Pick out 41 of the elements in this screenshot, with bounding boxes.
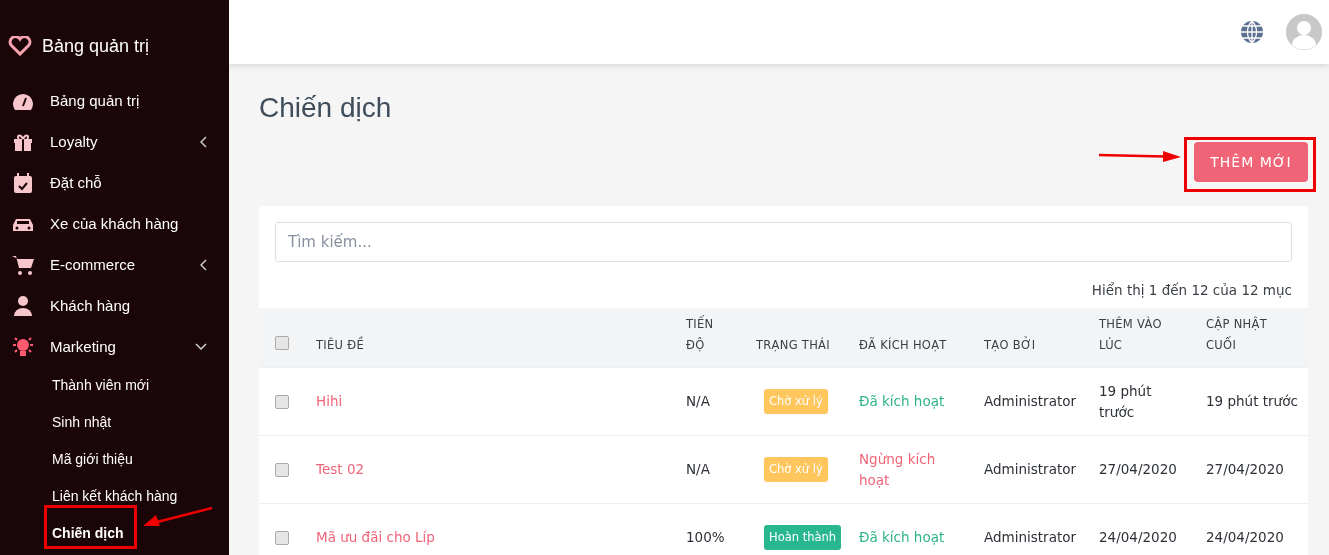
submenu-item[interactable]: Chiến dịch — [46, 515, 130, 552]
column-header: TIÊU ĐỀ — [316, 335, 365, 354]
submenu-item[interactable]: Thành viên mới — [46, 367, 156, 404]
submenu-item[interactable]: Liên kết khách hàng — [46, 478, 184, 515]
search-field[interactable]: Tìm kiếm... — [275, 222, 1292, 262]
submenu-item[interactable]: Mã giới thiệu — [46, 441, 139, 478]
table-cell-text: 19 phút trước — [1099, 381, 1153, 422]
table-cell-text: 24/04/2020 — [1206, 528, 1284, 547]
status-badge: Chờ xử lý — [764, 457, 828, 482]
table-cell-text: 100% — [686, 528, 725, 547]
column-header: TRẠNG THÁI — [756, 336, 830, 354]
page-title: Chiến dịch — [259, 92, 393, 124]
status-badge: Chờ xử lý — [764, 389, 828, 414]
table-cell-text: 27/04/2020 — [1099, 460, 1177, 479]
column-header: THÊM VÀO LÚC — [1099, 315, 1163, 354]
table-cell-text: 27/04/2020 — [1206, 460, 1284, 479]
column-header: CẬP NHẬT CUỐI — [1206, 315, 1269, 354]
table-cell-text: Administrator — [984, 460, 1077, 479]
brand-title: Bảng quản trị — [42, 35, 150, 57]
sidebar-item[interactable]: Xe của khách hàng — [0, 203, 229, 244]
table-cell-text: Administrator — [984, 528, 1077, 547]
table-cell-text: N/A — [686, 392, 710, 411]
activation-status: Đã kích hoạt — [859, 528, 945, 547]
activation-status: Ngừng kích hoạt — [859, 449, 937, 490]
column-header: ĐÃ KÍCH HOẠT — [859, 336, 947, 354]
submenu-item[interactable]: Sinh nhật — [46, 404, 118, 441]
sidebar-item[interactable]: Khách hàng — [0, 285, 229, 326]
table-cell-text: 24/04/2020 — [1099, 528, 1177, 547]
table-cell-text: N/A — [686, 460, 710, 479]
table-cell-text: Administrator — [984, 392, 1077, 411]
sidebar-item[interactable]: E-commerce — [0, 244, 229, 285]
status-badge: Hoàn thành — [764, 525, 842, 550]
sidebar-item[interactable]: Bảng quản trị — [0, 80, 229, 121]
column-header: TẠO BỞI — [984, 335, 1036, 354]
results-summary: Hiển thị 1 đến 12 của 12 mục — [1091, 282, 1292, 298]
sidebar-item[interactable]: Marketing — [0, 326, 229, 367]
column-header: TIẾN ĐỘ — [686, 314, 715, 354]
table-cell-text: 19 phút trước — [1206, 392, 1298, 411]
sidebar-item[interactable]: Loyalty — [0, 121, 229, 162]
activation-status: Đã kích hoạt — [859, 392, 945, 411]
sidebar-item[interactable]: Đặt chỗ — [0, 162, 229, 203]
